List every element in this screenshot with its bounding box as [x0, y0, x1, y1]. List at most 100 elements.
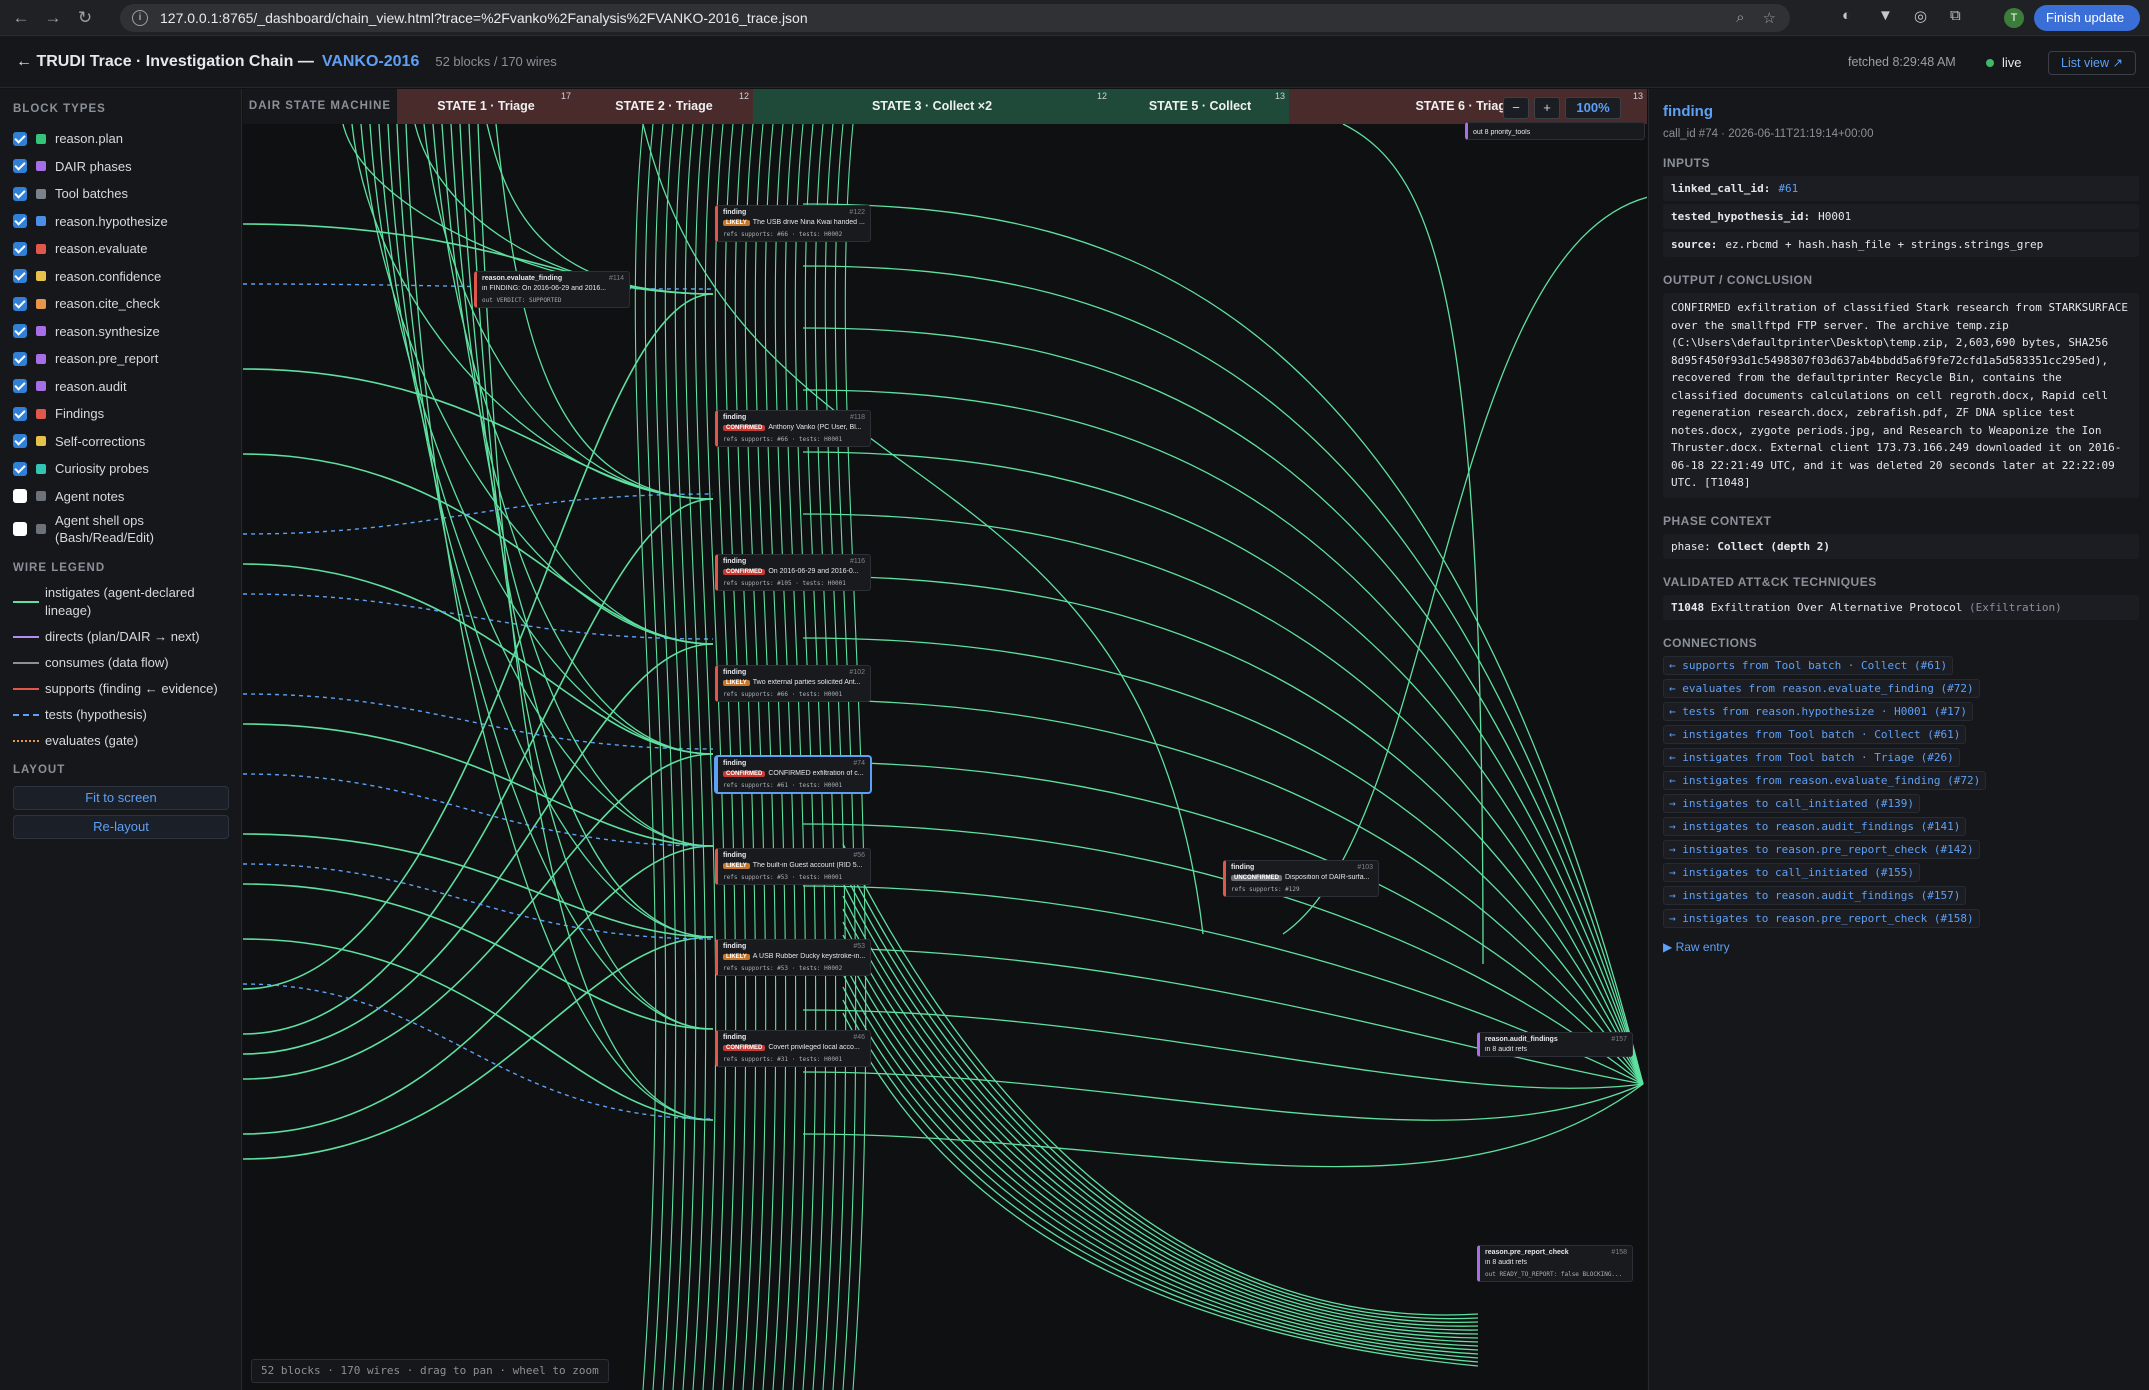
extension-icon[interactable]: ◐: [1842, 7, 1851, 24]
node-id: #116: [849, 558, 865, 565]
list-view-button[interactable]: List view ↗: [2048, 51, 2136, 75]
zoom-icon[interactable]: ⌕: [1736, 9, 1744, 27]
graph-node[interactable]: reason.evaluate_finding #114 in FINDING: O…: [474, 271, 630, 308]
block-type-toggle[interactable]: Agent shell ops (Bash/Read/Edit): [13, 510, 241, 548]
block-type-toggle[interactable]: reason.confidence: [13, 263, 241, 291]
page-title[interactable]: ← TRUDI Trace · Investigation Chain —: [16, 53, 314, 71]
lane-header[interactable]: STATE 3 · Collect ×2 12: [753, 89, 1111, 124]
connection-link[interactable]: ← evaluates from reason.evaluate_finding…: [1663, 678, 1980, 698]
input-value: H0001: [1818, 210, 1852, 223]
lane-header[interactable]: STATE 5 · Collect 13: [1111, 89, 1289, 124]
graph-canvas[interactable]: DAIR STATE MACHINE STATE 1 · Triage 17 STAT…: [243, 89, 1647, 1390]
connection-link[interactable]: → instigates to reason.pre_report_check …: [1663, 839, 1980, 859]
block-type-toggle[interactable]: reason.pre_report: [13, 345, 241, 373]
block-type-toggle[interactable]: reason.hypothesize: [13, 208, 241, 236]
address-bar[interactable]: i 127.0.0.1:8765/_dashboard/chain_view.h…: [120, 4, 1790, 32]
checkbox[interactable]: [13, 379, 27, 394]
checkbox[interactable]: [13, 186, 27, 201]
wire-legend-item: evaluates (gate): [13, 732, 241, 750]
graph-node[interactable]: finding #116 CONFIRMED On 2016-06-29 and 20…: [715, 554, 871, 591]
block-type-toggle[interactable]: DAIR phases: [13, 153, 241, 181]
url-text[interactable]: 127.0.0.1:8765/_dashboard/chain_view.htm…: [160, 10, 808, 26]
checkbox[interactable]: [13, 131, 27, 146]
lane-header[interactable]: DAIR STATE MACHINE: [243, 89, 397, 124]
block-type-toggle[interactable]: reason.plan: [13, 125, 241, 153]
node-type: finding: [723, 1034, 747, 1041]
forward-icon[interactable]: →: [42, 7, 64, 29]
checkbox[interactable]: [13, 406, 27, 421]
connection-link[interactable]: → instigates to reason.audit_findings (#…: [1663, 885, 1967, 905]
input-value[interactable]: #61: [1778, 182, 1798, 195]
checkbox[interactable]: [13, 296, 27, 311]
lane-header[interactable]: STATE 2 · Triage 12: [575, 89, 753, 124]
graph-node[interactable]: finding #74 CONFIRMED CONFIRMED exfiltratio…: [715, 756, 871, 793]
checkbox[interactable]: [13, 351, 27, 366]
lane-header[interactable]: STATE 1 · Triage 17: [397, 89, 575, 124]
site-info-icon[interactable]: i: [132, 10, 148, 26]
checkbox[interactable]: [13, 461, 27, 476]
connection-link[interactable]: → instigates to call_initiated (#155): [1663, 862, 1921, 882]
wire: [468, 124, 714, 1030]
wire: [802, 389, 1644, 1085]
graph-node[interactable]: finding #56 LIKELY The built-in Guest accou…: [715, 848, 871, 885]
block-type-toggle[interactable]: reason.synthesize: [13, 318, 241, 346]
checkbox[interactable]: [13, 489, 27, 504]
connection-link[interactable]: ← instigates from Tool batch · Collect (…: [1663, 724, 1967, 744]
connection-link[interactable]: ← tests from reason.hypothesize · H0001 …: [1663, 701, 1974, 721]
graph-node[interactable]: finding #102 LIKELY Two external parties so…: [715, 665, 871, 702]
graph-node[interactable]: finding #53 LIKELY A USB Rubber Ducky keyst…: [715, 939, 871, 976]
input-key: source:: [1671, 238, 1718, 251]
re-layout-button[interactable]: Re-layout: [13, 815, 229, 839]
graph-node[interactable]: reason.pre_report_check #158 in 8 audit re…: [1477, 1245, 1633, 1282]
graph-node[interactable]: finding #118 CONFIRMED Anthony Vanko (PC Us…: [715, 410, 871, 447]
input-key: linked_call_id:: [1671, 182, 1771, 195]
live-label: live: [2002, 55, 2022, 70]
connection-link[interactable]: ← instigates from Tool batch · Triage (#…: [1663, 747, 1960, 767]
block-type-toggle[interactable]: Self-corrections: [13, 428, 241, 456]
graph-node[interactable]: finding #103 UNCONFIRMED Disposition of DAI…: [1223, 860, 1379, 897]
zoom-level[interactable]: 100%: [1565, 97, 1621, 119]
checkbox[interactable]: [13, 434, 27, 449]
zoom-out-button[interactable]: −: [1503, 97, 1529, 119]
bookmark-star-icon[interactable]: ☆: [1763, 9, 1776, 27]
reload-icon[interactable]: ↻: [74, 7, 96, 29]
finish-update-button[interactable]: Finish update ⋮: [2034, 5, 2140, 51]
connection-link[interactable]: → instigates to reason.audit_findings (#…: [1663, 816, 1967, 836]
zoom-in-button[interactable]: +: [1534, 97, 1560, 119]
block-type-toggle[interactable]: Agent notes: [13, 483, 241, 511]
fit-to-screen-button[interactable]: Fit to screen: [13, 786, 229, 810]
block-type-toggle[interactable]: Tool batches: [13, 180, 241, 208]
connection-link[interactable]: ← supports from Tool batch · Collect (#6…: [1663, 655, 1954, 675]
checkbox[interactable]: [13, 214, 27, 229]
checkbox[interactable]: [13, 241, 27, 256]
profile-avatar[interactable]: T: [2004, 8, 2024, 28]
block-type-toggle[interactable]: reason.cite_check: [13, 290, 241, 318]
connection-link[interactable]: → instigates to call_initiated (#139): [1663, 793, 1921, 813]
block-type-toggle[interactable]: Findings: [13, 400, 241, 428]
graph-node[interactable]: out 8 priority_tools: [1465, 122, 1645, 140]
raw-entry-toggle[interactable]: ▶ Raw entry: [1663, 940, 2139, 954]
block-type-toggle[interactable]: reason.audit: [13, 373, 241, 401]
graph-node[interactable]: finding #46 CONFIRMED Covert privileged loc…: [715, 1030, 871, 1067]
checkbox[interactable]: [13, 324, 27, 339]
connection-link[interactable]: ← instigates from reason.evaluate_findin…: [1663, 770, 1987, 790]
extensions-puzzle-icon[interactable]: ⧉: [1950, 7, 1961, 24]
extension-icon[interactable]: ▼: [1878, 7, 1893, 24]
checkbox[interactable]: [13, 269, 27, 284]
node-text: LIKELY The USB drive Nina Kwai handed ...: [723, 219, 865, 226]
block-type-label: Findings: [55, 406, 105, 422]
back-icon[interactable]: ←: [10, 7, 32, 29]
extension-icon[interactable]: ◎: [1914, 7, 1927, 25]
lane-label: STATE 1 · Triage: [437, 99, 535, 113]
checkbox[interactable]: [13, 159, 27, 174]
block-type-toggle[interactable]: Curiosity probes: [13, 455, 241, 483]
phase-value: Collect (depth 2): [1717, 539, 1830, 553]
node-type: finding: [723, 669, 747, 676]
checkbox[interactable]: [13, 522, 27, 536]
connection-link[interactable]: → instigates to reason.pre_report_check …: [1663, 908, 1980, 928]
node-refs: refs supports: #53 · tests: H0002: [723, 965, 843, 972]
graph-node[interactable]: finding #122 LIKELY The USB drive Nina Kwai…: [715, 205, 871, 242]
graph-node[interactable]: reason.audit_findings #157 in 8 audit refs: [1477, 1032, 1633, 1057]
color-swatch: [36, 326, 46, 337]
block-type-toggle[interactable]: reason.evaluate: [13, 235, 241, 263]
